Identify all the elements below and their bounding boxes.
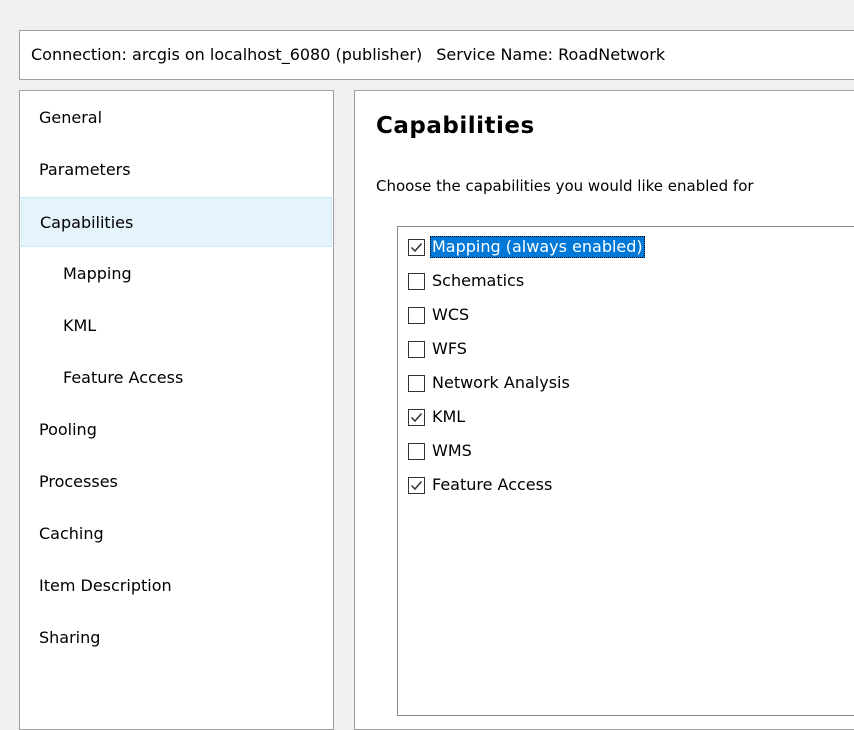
nav-item-label: Parameters: [39, 160, 131, 179]
settings-nav-sidebar: General Parameters Capabilities Mapping …: [19, 90, 334, 730]
page-title: Capabilities: [376, 113, 535, 139]
capabilities-description: Choose the capabilities you would like e…: [376, 177, 754, 195]
capability-checkbox[interactable]: [408, 442, 425, 460]
capability-label: Schematics: [432, 271, 525, 290]
capability-item-mapping[interactable]: Mapping (always enabled): [408, 236, 645, 258]
capability-label: KML: [432, 407, 466, 426]
nav-item-label: Sharing: [39, 628, 101, 647]
checkmark-icon: [410, 412, 423, 422]
checkmark-icon: [410, 480, 423, 490]
nav-item-label: Caching: [39, 524, 104, 543]
nav-item-parameters[interactable]: Parameters: [21, 145, 332, 195]
capability-label: WMS: [432, 441, 472, 460]
capabilities-checklist[interactable]: Mapping (always enabled) Schematics WCS …: [397, 226, 854, 716]
nav-item-label: General: [39, 108, 103, 127]
nav-item-label: Mapping: [63, 264, 132, 283]
capability-checkbox[interactable]: [408, 408, 425, 426]
connection-info-bar: Connection: arcgis on localhost_6080 (pu…: [19, 30, 854, 80]
capability-checkbox[interactable]: [408, 306, 425, 324]
capability-item-wms[interactable]: WMS: [408, 440, 474, 462]
nav-item-general[interactable]: General: [21, 93, 332, 143]
capability-checkbox[interactable]: [408, 374, 425, 392]
nav-item-sharing[interactable]: Sharing: [21, 613, 332, 663]
nav-item-capabilities[interactable]: Capabilities: [21, 197, 332, 247]
nav-item-label: Item Description: [39, 576, 172, 595]
capability-checkbox[interactable]: [408, 476, 425, 494]
capability-item-feature-access[interactable]: Feature Access: [408, 474, 554, 496]
service-name-label: Service Name: RoadNetwork: [436, 45, 666, 64]
nav-item-kml[interactable]: KML: [21, 301, 332, 351]
capability-item-wcs[interactable]: WCS: [408, 304, 471, 326]
capability-item-wfs[interactable]: WFS: [408, 338, 469, 360]
capability-item-schematics[interactable]: Schematics: [408, 270, 526, 292]
connection-label: Connection: arcgis on localhost_6080 (pu…: [31, 45, 423, 64]
nav-item-mapping[interactable]: Mapping: [21, 249, 332, 299]
nav-item-label: Capabilities: [40, 213, 134, 232]
connection-info-text: Connection: arcgis on localhost_6080 (pu…: [31, 45, 665, 64]
capability-label: Network Analysis: [432, 373, 570, 392]
capabilities-panel: Capabilities Choose the capabilities you…: [354, 90, 854, 730]
capability-label: WCS: [432, 305, 470, 324]
nav-item-label: KML: [63, 316, 97, 335]
nav-item-label: Feature Access: [63, 368, 184, 387]
nav-item-label: Pooling: [39, 420, 97, 439]
capability-checkbox[interactable]: [408, 238, 425, 256]
capability-label: WFS: [432, 339, 467, 358]
nav-item-caching[interactable]: Caching: [21, 509, 332, 559]
capability-checkbox[interactable]: [408, 272, 425, 290]
capability-item-network-analysis[interactable]: Network Analysis: [408, 372, 572, 394]
nav-item-label: Processes: [39, 472, 118, 491]
capability-item-kml[interactable]: KML: [408, 406, 467, 428]
checkmark-icon: [410, 242, 423, 252]
nav-item-pooling[interactable]: Pooling: [21, 405, 332, 455]
nav-item-processes[interactable]: Processes: [21, 457, 332, 507]
capability-checkbox[interactable]: [408, 340, 425, 358]
capability-label: Feature Access: [432, 475, 553, 494]
capability-label: Mapping (always enabled): [430, 236, 645, 258]
nav-item-feature-access[interactable]: Feature Access: [21, 353, 332, 403]
nav-item-item-description[interactable]: Item Description: [21, 561, 332, 611]
